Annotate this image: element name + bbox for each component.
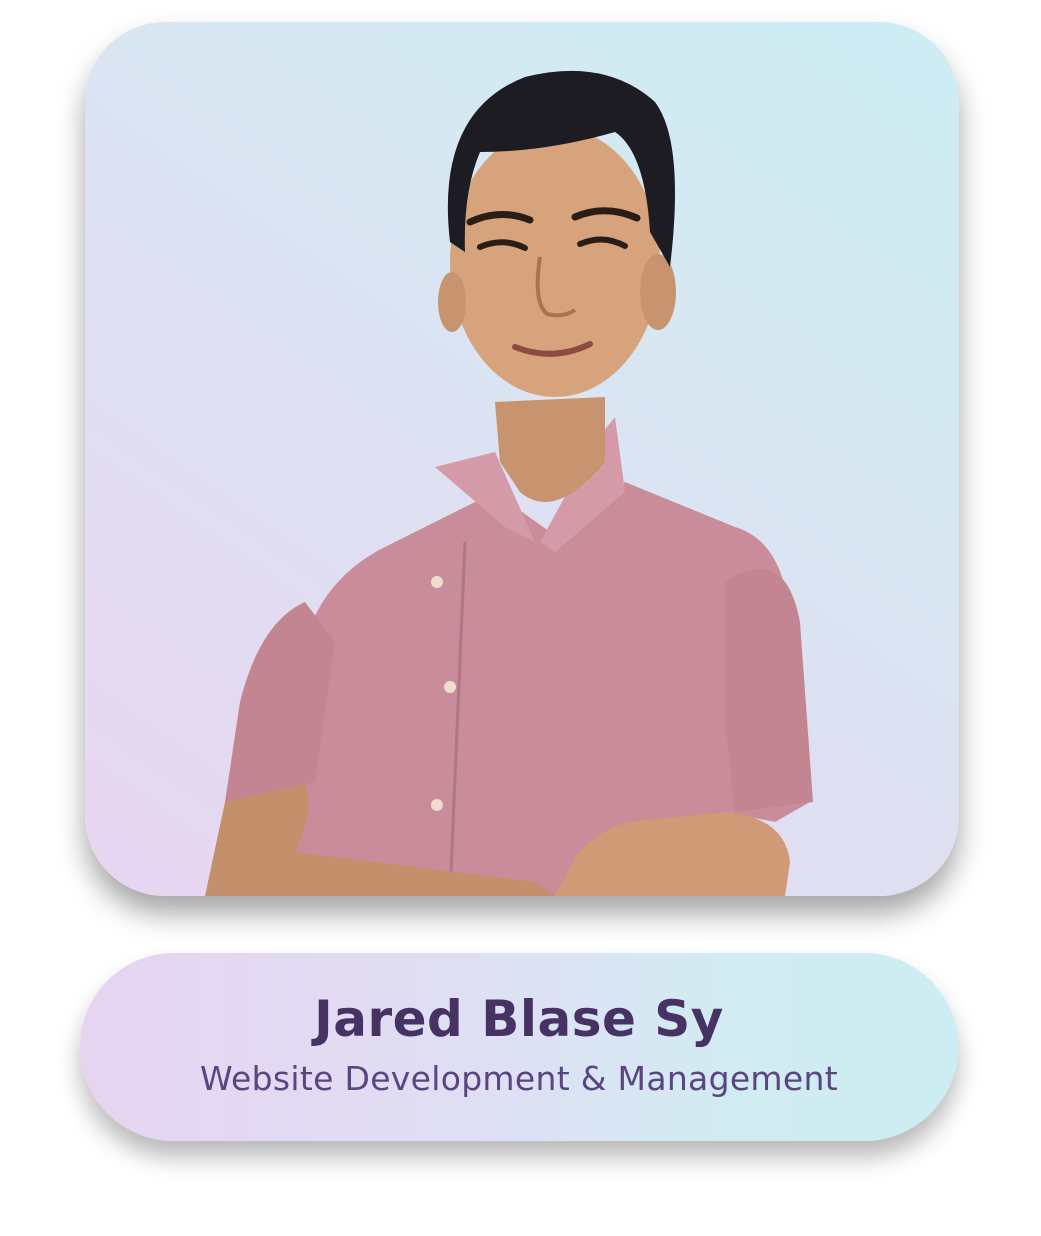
sleeve-right xyxy=(725,568,813,812)
shirt-button xyxy=(444,681,456,693)
person-role: Website Development & Management xyxy=(200,1059,838,1098)
profile-photo-card xyxy=(85,22,959,896)
ear-right xyxy=(640,254,676,330)
name-card: Jared Blase Sy Website Development & Man… xyxy=(80,953,958,1141)
person-name: Jared Blase Sy xyxy=(314,990,724,1048)
ear-left xyxy=(438,272,466,332)
shirt-button xyxy=(431,799,443,811)
profile-photo xyxy=(205,70,813,896)
shirt-button xyxy=(431,576,443,588)
